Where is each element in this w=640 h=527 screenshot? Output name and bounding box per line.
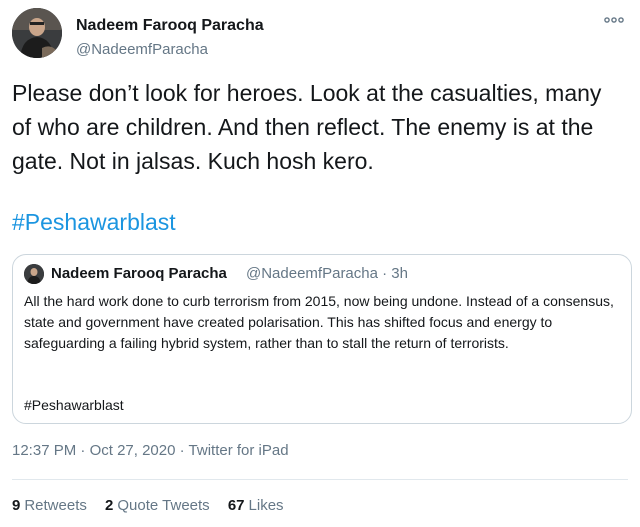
retweets-label: Retweets bbox=[24, 497, 87, 514]
tweet-time[interactable]: 12:37 PM bbox=[12, 442, 76, 459]
retweets-count: 9 bbox=[12, 497, 21, 514]
tweet-date[interactable]: Oct 27, 2020 bbox=[90, 442, 176, 459]
author-handle[interactable]: @NadeemfParacha bbox=[76, 41, 208, 58]
quoted-handle-time: @NadeemfParacha · 3h bbox=[246, 265, 408, 282]
tweet-stats: 9 Retweets 2 Quote Tweets 67 Likes bbox=[12, 497, 298, 514]
likes-count: 67 bbox=[227, 497, 245, 514]
author-name[interactable]: Nadeem Farooq Paracha bbox=[76, 17, 264, 35]
author-avatar[interactable] bbox=[12, 8, 62, 58]
quoted-tweet-text: All the hard work done to curb terrorism… bbox=[24, 293, 614, 351]
quoted-author-avatar bbox=[24, 264, 44, 284]
tweet-source[interactable]: Twitter for iPad bbox=[189, 442, 289, 459]
quote-tweets-stat[interactable]: 2 Quote Tweets bbox=[105, 497, 210, 514]
tweet-hashtag-link[interactable]: #Peshawarblast bbox=[12, 205, 176, 239]
quote-tweets-label: Quote Tweets bbox=[117, 497, 210, 514]
avatar-image bbox=[12, 8, 62, 58]
tweet-card: Nadeem Farooq Paracha @NadeemfParacha Pl… bbox=[0, 0, 640, 527]
tweet-text: Please don’t look for heroes. Look at th… bbox=[12, 80, 602, 174]
quoted-author-name: Nadeem Farooq Paracha bbox=[51, 265, 227, 282]
more-options-button[interactable] bbox=[602, 12, 626, 28]
likes-stat[interactable]: 67 Likes bbox=[228, 497, 284, 514]
quoted-tweet[interactable]: Nadeem Farooq Paracha @NadeemfParacha · … bbox=[12, 254, 632, 424]
likes-label: Likes bbox=[248, 497, 284, 514]
avatar-image bbox=[24, 264, 44, 284]
quote-tweets-count: 2 bbox=[105, 497, 114, 514]
divider bbox=[12, 479, 628, 480]
meta-separator: · bbox=[175, 442, 189, 459]
retweets-stat[interactable]: 9 Retweets bbox=[12, 497, 87, 514]
tweet-meta: 12:37 PM · Oct 27, 2020 · Twitter for iP… bbox=[12, 442, 289, 459]
quoted-tweet-hashtag: #Peshawarblast bbox=[24, 397, 124, 413]
meta-separator: · bbox=[76, 442, 90, 459]
tweet-header: Nadeem Farooq Paracha @NadeemfParacha bbox=[12, 8, 628, 60]
more-horizontal-icon bbox=[604, 17, 624, 23]
